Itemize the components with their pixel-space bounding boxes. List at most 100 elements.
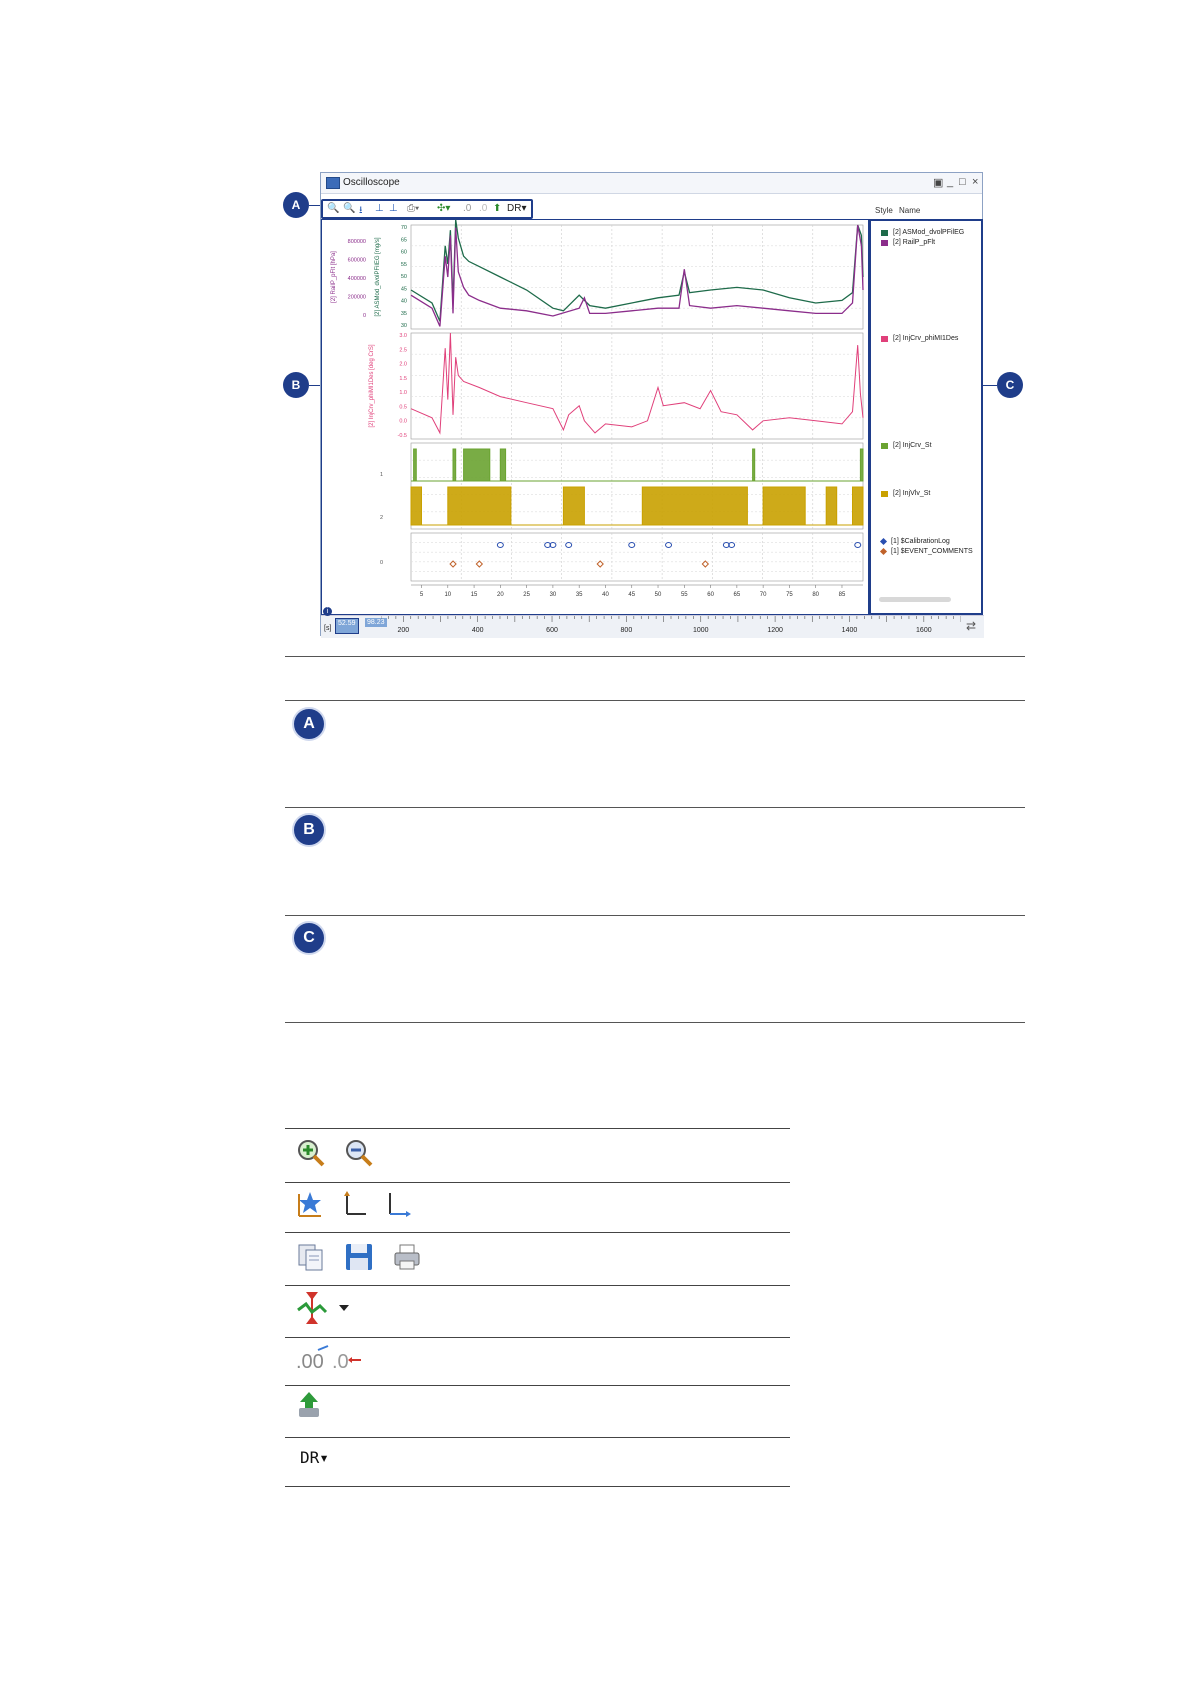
table-callout-b: B — [292, 813, 326, 847]
tool-row-decimals: .00 .0 — [296, 1344, 362, 1372]
series-injvlv-st-steps — [410, 486, 864, 526]
tool-table-rule — [285, 1285, 790, 1286]
legend-swatch — [881, 335, 888, 342]
x-tick-label: 65 — [734, 592, 741, 598]
table-rule — [285, 807, 1025, 808]
save-icon — [346, 1244, 372, 1270]
asmod-tick-label: 35 — [401, 311, 407, 317]
tool-table-rule — [285, 1128, 790, 1129]
state-tick-label: 2 — [380, 515, 383, 521]
legend-swatch — [881, 239, 888, 246]
timeline-ruler[interactable]: 200 400 600 800 1000 1200 1400 1600 — [381, 616, 961, 638]
injcrv-phi-tick-label: 1.0 — [399, 390, 407, 396]
legend-item[interactable]: [2] ASMod_dvolPFilEG — [881, 229, 964, 236]
swap-arrows-icon[interactable]: ⇄ — [966, 619, 976, 633]
x-tick-label: 75 — [786, 592, 793, 598]
legend-item[interactable]: [2] InjVlv_St — [881, 490, 930, 497]
callout-b: B — [283, 372, 309, 398]
dropdown-icon — [339, 1305, 349, 1311]
legend-item-label: [1] $CalibrationLog — [891, 538, 950, 545]
asmod-tick-label: 60 — [401, 250, 407, 256]
decimal-increase-icon[interactable]: .0 — [463, 203, 471, 214]
pin-icon[interactable]: ▣ — [933, 176, 943, 189]
window-title: Oscilloscope — [343, 177, 400, 188]
dr-dropdown-label: DR▾ — [300, 1448, 329, 1467]
calibration-marker — [628, 542, 636, 548]
autoscale-icon[interactable]: ⭳ — [359, 203, 363, 220]
legend-item-label: [2] ASMod_dvolPFilEG — [893, 229, 965, 236]
table-rule — [285, 700, 1025, 701]
legend-item[interactable]: [2] InjCrv_St — [881, 442, 932, 449]
injcrv-phi-axis-label: [2] InjCrv_phiMI1Des [deg CrS] — [369, 344, 375, 427]
decimal-increase-icon: .00 — [296, 1345, 329, 1372]
timeline-start-box[interactable]: 52.59 — [335, 618, 359, 634]
title-bar: Oscilloscope ▣ _ □ × — [321, 173, 982, 194]
asmod-tick-label: 55 — [401, 262, 407, 268]
maximize-button[interactable]: □ — [959, 176, 966, 188]
plot-panel-1 — [410, 224, 864, 330]
legend-item[interactable]: [1] $EVENT_COMMENTS — [879, 547, 973, 556]
calibration-marker — [496, 542, 504, 548]
tool-table-rule — [285, 1232, 790, 1233]
legend-swatch — [879, 537, 888, 546]
print-icon — [394, 1244, 420, 1270]
zoom-out-icon[interactable]: 🔍 — [343, 203, 355, 214]
info-icon[interactable]: i — [323, 607, 332, 616]
x-axis-icon[interactable]: ⊥ — [389, 203, 398, 214]
plot-panel-4 — [410, 532, 864, 582]
legend-scrollbar[interactable] — [879, 597, 951, 602]
railp-tick-label: 800000 — [348, 239, 366, 245]
legend-item[interactable]: [2] InjCrv_phiMI1Des — [881, 335, 958, 342]
timeline-tick-label: 800 — [621, 627, 633, 634]
zoom-in-icon[interactable]: 🔍 — [327, 203, 339, 214]
asmod-tick-label: 30 — [401, 323, 407, 329]
legend-panel: Style Name [2] ASMod_dvolPFilEG [2] RailP… — [869, 199, 983, 615]
oscilloscope-window: Oscilloscope ▣ _ □ × 🔍 🔍 ⭳ ⊥ ⊥ ⎙▾ ✣▾ .0 … — [320, 172, 984, 638]
minimize-button[interactable]: _ — [947, 176, 953, 188]
timeline-tick-label: 200 — [397, 627, 409, 634]
y-axis-icon — [344, 1191, 366, 1215]
legend-box — [869, 219, 983, 615]
x-tick-label: 50 — [655, 592, 662, 598]
legend-item-label: [2] InjVlv_St — [893, 490, 931, 497]
x-tick-label: 20 — [497, 592, 504, 598]
timeline-unit: [s] — [324, 625, 332, 632]
tool-table-rule — [285, 1437, 790, 1438]
export-icon — [299, 1392, 319, 1417]
plot-panel-2 — [410, 332, 864, 440]
x-tick-label: 80 — [812, 592, 819, 598]
tool-table-rule — [285, 1182, 790, 1183]
legend-swatch — [881, 442, 888, 449]
decimal-decrease-icon[interactable]: .0 — [479, 203, 487, 214]
timeline-tick-label: 1600 — [916, 627, 932, 634]
tool-row-cursor — [296, 1290, 350, 1326]
plot-area[interactable]: 8000006000004000002000000706560555045403… — [321, 219, 869, 615]
legend-swatch — [881, 490, 888, 497]
print-menu-icon[interactable]: ⎙▾ — [407, 203, 419, 214]
legend-style-header: Style — [875, 206, 893, 215]
x-tick-label: 45 — [628, 592, 635, 598]
x-tick-label: 55 — [681, 592, 688, 598]
cursor-menu-icon[interactable]: ✣▾ — [437, 203, 450, 214]
legend-swatch — [881, 229, 888, 236]
tool-row-export — [296, 1390, 322, 1420]
close-button[interactable]: × — [972, 176, 978, 188]
timeline-bar[interactable]: i [s] 52.59 98.23 200 400 600 800 1000 1200 14… — [321, 607, 984, 638]
x-tick-label: 40 — [602, 592, 609, 598]
timeline-tick-label: 1200 — [767, 627, 783, 634]
injcrv-phi-tick-label: 1.5 — [399, 376, 407, 382]
legend-item[interactable]: [1] $CalibrationLog — [879, 537, 950, 546]
timeline-tick-label: 400 — [472, 627, 484, 634]
legend-item[interactable]: [2] RailP_pFlt — [881, 239, 935, 246]
copy-icon — [298, 1244, 323, 1271]
asmod-tick-label: 70 — [401, 225, 407, 231]
export-icon[interactable]: ⬆ — [493, 203, 501, 214]
table-rule — [285, 656, 1025, 657]
x-tick-label: 70 — [760, 592, 767, 598]
injcrv-phi-tick-label: 0.0 — [399, 419, 407, 425]
dr-dropdown[interactable]: DR▾ — [507, 203, 526, 214]
y-axis-icon[interactable]: ⊥ — [375, 203, 384, 214]
legend-item-label: [1] $EVENT_COMMENTS — [891, 548, 973, 555]
zoom-out-icon — [346, 1140, 373, 1167]
callout-c-leader — [983, 385, 997, 386]
